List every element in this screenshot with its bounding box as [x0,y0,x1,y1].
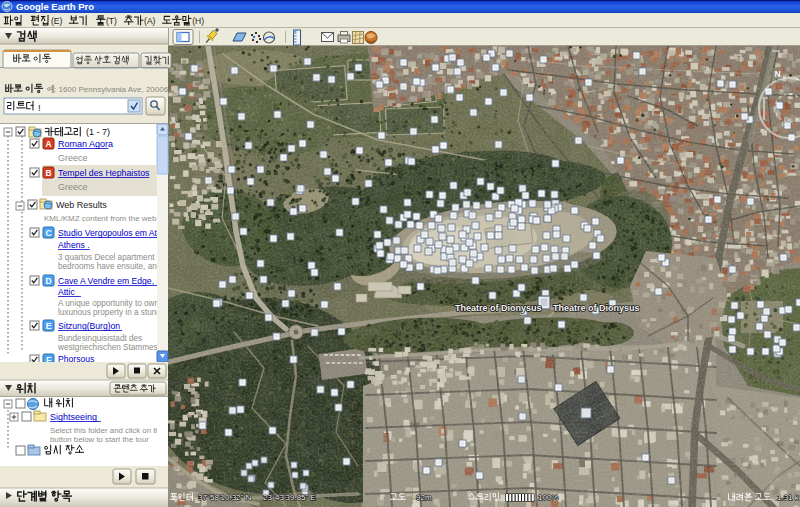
svg-text:Greece: Greece [58,153,88,163]
svg-text:1.31 k: 1.31 k [777,493,800,502]
svg-text:Google Earth Pro: Google Earth Pro [16,1,94,12]
svg-text:92m: 92m [416,493,432,502]
svg-text:37°58'10.32" N: 37°58'10.32" N [198,493,252,502]
svg-text:Select this folder and click o: Select this folder and click on the 'Pl [50,426,175,435]
svg-text:luxurious property in a stunni: luxurious property in a stunning [58,308,172,317]
svg-text:A unique opportunity to own a: A unique opportunity to own a [58,299,166,308]
svg-text:Sightseeing: Sightseeing [50,412,97,422]
svg-text:E: E [46,321,52,331]
svg-text:C: C [45,228,51,238]
svg-text:westgriechischen Stammes der: westgriechischen Stammes der [57,343,172,352]
svg-text:: 1600 Pennsylvania Ave, 20006: : 1600 Pennsylvania Ave, 20006 [54,85,169,94]
svg-text:Roman Agora: Roman Agora [58,139,113,149]
svg-text:Web Results: Web Results [56,200,107,210]
svg-text:(1 - 7): (1 - 7) [86,127,110,137]
svg-text:(T): (T) [106,16,117,26]
svg-text:Bundesinquisistadt des: Bundesinquisistadt des [58,334,142,343]
svg-text:23°43'39.85" E: 23°43'39.85" E [263,493,316,502]
svg-text:Greece: Greece [58,182,88,192]
svg-text:(H): (H) [192,16,204,26]
svg-text:Attic: Attic [58,287,75,297]
svg-text:!: ! [38,102,41,113]
svg-text:100%: 100% [538,493,558,502]
svg-text:bedrooms have ensuite, and in: bedrooms have ensuite, and in [58,262,170,271]
svg-text:D: D [45,276,51,286]
svg-text:(A): (A) [144,16,156,26]
svg-text:A: A [45,139,51,149]
svg-text:KML/KMZ content from the web r: KML/KMZ content from the web re [44,214,166,223]
svg-text:Sitzung(Burg)on: Sitzung(Burg)on [58,321,120,331]
svg-text:(E): (E) [51,16,63,26]
svg-text:B: B [45,168,51,178]
svg-text:button below to start the tour: button below to start the tour [50,435,149,444]
svg-text:Tempel des Hephaistos: Tempel des Hephaistos [58,168,150,178]
svg-text:3 quartos Decel apartment: 3 quartos Decel apartment [58,253,155,262]
svg-text:Athens .: Athens . [58,240,90,250]
